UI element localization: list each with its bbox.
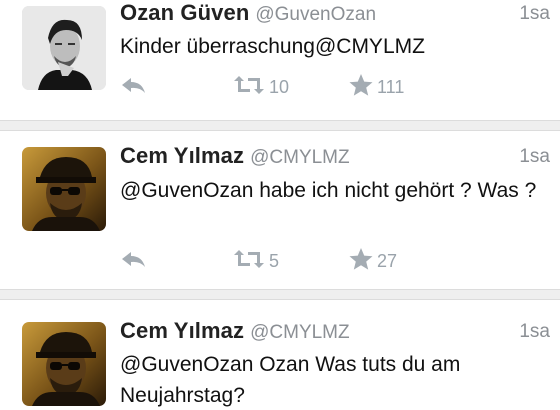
username[interactable]: @CMYLMZ	[250, 147, 350, 168]
favorite-count: 27	[377, 250, 398, 271]
retweet-icon	[232, 74, 266, 101]
reply-button[interactable]	[120, 247, 148, 275]
reply-icon	[120, 248, 148, 275]
display-name[interactable]: Cem Yılmaz	[120, 143, 244, 168]
tweet-text: @GuvenOzan Ozan Was tuts du am Neujahrst…	[120, 353, 461, 407]
retweet-button[interactable]: 10	[232, 73, 289, 101]
favorite-count: 111	[377, 76, 405, 97]
retweet-count: 5	[269, 250, 280, 271]
reply-icon	[120, 74, 148, 101]
favorite-button[interactable]: 27	[348, 247, 397, 275]
avatar[interactable]	[22, 322, 106, 406]
timestamp: 1sa	[519, 321, 550, 342]
tweet-text: Kinder überraschung@CMYLMZ	[120, 35, 425, 58]
tweet-actions: 5 27	[120, 247, 550, 275]
tweet-text: @GuvenOzan habe ich nicht gehört ? Was ?	[120, 179, 537, 202]
timestamp: 1sa	[519, 146, 550, 167]
divider	[0, 120, 560, 131]
retweet-count: 10	[269, 76, 290, 97]
display-name[interactable]: Ozan Güven	[120, 0, 249, 25]
star-icon	[348, 73, 374, 102]
favorite-button[interactable]: 111	[348, 73, 404, 101]
display-name[interactable]: Cem Yılmaz	[120, 318, 244, 343]
tweet-header: Cem Yılmaz @CMYLMZ 1sa	[120, 143, 550, 173]
avatar[interactable]	[22, 147, 106, 231]
username[interactable]: @GuvenOzan	[255, 4, 376, 25]
tweet-header: Cem Yılmaz @CMYLMZ 1sa	[120, 318, 550, 348]
tweet-actions: 10 111	[120, 73, 550, 101]
tweet-timeline[interactable]: Ozan Güven @GuvenOzan 1sa Kinder überrasc…	[0, 0, 560, 410]
divider	[0, 289, 560, 300]
retweet-button[interactable]: 5	[232, 247, 279, 275]
username[interactable]: @CMYLMZ	[250, 322, 350, 343]
reply-button[interactable]	[120, 73, 148, 101]
tweet[interactable]: Cem Yılmaz @CMYLMZ 1sa @GuvenOzan Ozan Wa…	[0, 300, 560, 410]
tweet[interactable]: Cem Yılmaz @CMYLMZ 1sa @GuvenOzan habe ic…	[0, 131, 560, 289]
timestamp: 1sa	[519, 3, 550, 24]
tweet[interactable]: Ozan Güven @GuvenOzan 1sa Kinder überrasc…	[0, 0, 560, 120]
retweet-icon	[232, 248, 266, 275]
tweet-header: Ozan Güven @GuvenOzan 1sa	[120, 0, 550, 30]
star-icon	[348, 247, 374, 276]
avatar[interactable]	[22, 6, 106, 90]
